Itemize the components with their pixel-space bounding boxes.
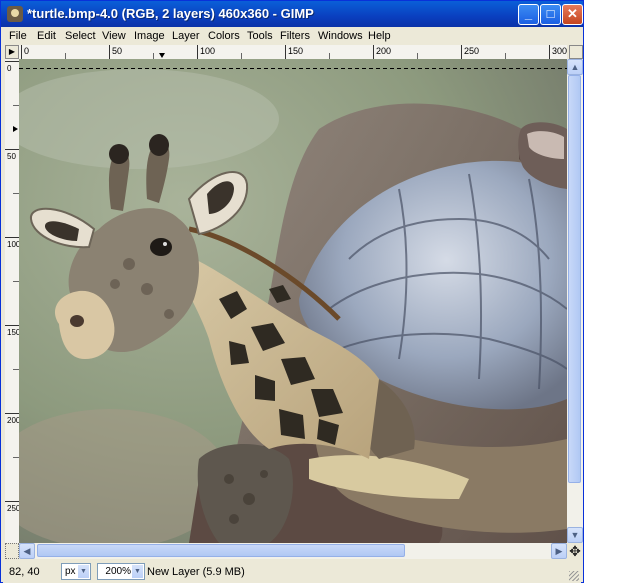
image-canvas[interactable] bbox=[19, 59, 567, 543]
menu-filters[interactable]: Filters bbox=[280, 30, 310, 42]
horizontal-ruler[interactable]: 0 50 100 150 200 250 300 bbox=[19, 45, 567, 60]
menu-help[interactable]: Help bbox=[368, 30, 391, 42]
vruler-pointer-marker bbox=[13, 126, 18, 132]
gimp-image-window: *turtle.bmp-4.0 (RGB, 2 layers) 460x360 … bbox=[0, 0, 584, 583]
ruler-label-250: 250 bbox=[464, 46, 479, 56]
close-button[interactable]: ✕ bbox=[562, 4, 583, 25]
menu-edit[interactable]: Edit bbox=[37, 30, 56, 42]
vruler-label-100: 100 bbox=[7, 240, 19, 249]
navigate-icon[interactable]: ✥ bbox=[567, 543, 583, 559]
status-bar: 82, 40 px ▼ 200% ▼ New Layer (5.9 MB) bbox=[3, 561, 581, 583]
ruler-label-300: 300 bbox=[552, 46, 567, 56]
title-bar[interactable]: *turtle.bmp-4.0 (RGB, 2 layers) 460x360 … bbox=[1, 1, 583, 27]
menu-windows[interactable]: Windows bbox=[318, 30, 363, 42]
resize-grip[interactable] bbox=[569, 571, 579, 581]
menu-view[interactable]: View bbox=[102, 30, 126, 42]
scroll-down-button[interactable]: ▼ bbox=[567, 527, 583, 543]
menu-layer[interactable]: Layer bbox=[172, 30, 200, 42]
vruler-label-0: 0 bbox=[7, 64, 12, 73]
image-menu-button[interactable]: ▶ bbox=[5, 45, 19, 59]
ruler-label-200: 200 bbox=[376, 46, 391, 56]
vertical-ruler-ticks: 0 50 100 150 200 250 bbox=[5, 61, 19, 513]
quick-mask-toggle[interactable] bbox=[5, 543, 19, 559]
unit-select[interactable]: px ▼ bbox=[61, 563, 91, 580]
zoom-fit-button[interactable] bbox=[569, 45, 583, 59]
horizontal-ruler-ticks: 0 50 100 150 200 250 300 bbox=[21, 45, 567, 59]
maximize-button[interactable]: □ bbox=[540, 4, 561, 25]
vruler-label-150: 150 bbox=[7, 328, 19, 337]
zoom-value: 200% bbox=[105, 566, 131, 577]
vertical-scroll-thumb[interactable] bbox=[568, 75, 581, 483]
ruler-label-150: 150 bbox=[288, 46, 303, 56]
window-title: *turtle.bmp-4.0 (RGB, 2 layers) 460x360 … bbox=[27, 6, 314, 21]
ruler-label-0: 0 bbox=[24, 46, 29, 56]
zoom-select[interactable]: 200% ▼ bbox=[97, 563, 145, 580]
scroll-right-button[interactable]: ▶ bbox=[551, 543, 567, 559]
ruler-label-50: 50 bbox=[112, 46, 122, 56]
vruler-label-250: 250 bbox=[7, 504, 19, 513]
menu-select[interactable]: Select bbox=[65, 30, 96, 42]
chevron-down-icon: ▼ bbox=[132, 565, 143, 578]
unit-value: px bbox=[65, 566, 76, 577]
minimize-button[interactable]: _ bbox=[518, 4, 539, 25]
pointer-coordinates: 82, 40 bbox=[9, 566, 40, 578]
vruler-label-50: 50 bbox=[7, 152, 16, 161]
vertical-ruler[interactable]: 0 50 100 150 200 250 bbox=[5, 59, 20, 543]
menu-tools[interactable]: Tools bbox=[247, 30, 273, 42]
menu-colors[interactable]: Colors bbox=[208, 30, 240, 42]
horizontal-scrollbar[interactable]: ◀ ▶ bbox=[19, 543, 567, 559]
ruler-pointer-marker bbox=[159, 53, 165, 58]
menu-bar: File Edit Select View Image Layer Colors… bbox=[3, 28, 581, 45]
menu-image[interactable]: Image bbox=[134, 30, 165, 42]
chevron-down-icon: ▼ bbox=[78, 565, 89, 578]
ruler-label-100: 100 bbox=[200, 46, 215, 56]
menu-file[interactable]: File bbox=[9, 30, 27, 42]
giraffe-tortoise-composite-image bbox=[19, 59, 567, 543]
horizontal-scroll-thumb[interactable] bbox=[37, 544, 405, 557]
scroll-left-button[interactable]: ◀ bbox=[19, 543, 35, 559]
layer-status-text: New Layer (5.9 MB) bbox=[147, 566, 245, 578]
vruler-label-200: 200 bbox=[7, 416, 19, 425]
gimp-app-icon[interactable] bbox=[7, 6, 23, 22]
scroll-up-button[interactable]: ▲ bbox=[567, 59, 583, 75]
vertical-scrollbar[interactable]: ▲ ▼ bbox=[567, 59, 583, 543]
